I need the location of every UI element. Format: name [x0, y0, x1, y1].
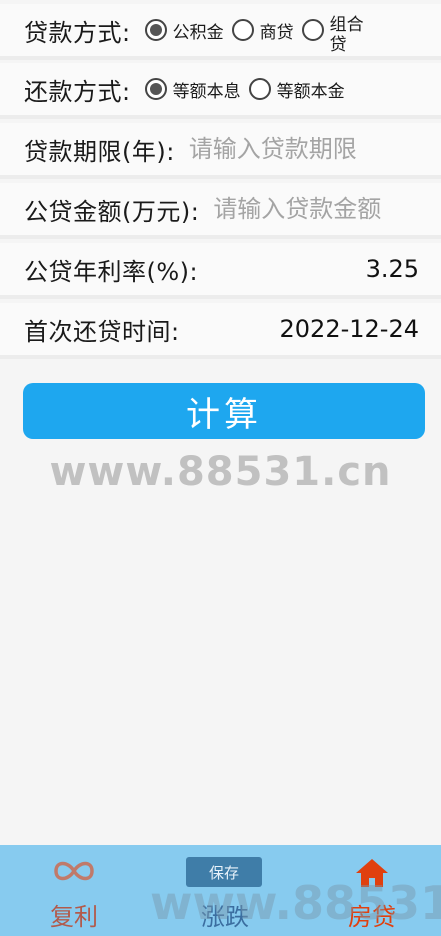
infinity-icon — [14, 857, 134, 885]
repay-method-label: 还款方式: — [24, 77, 131, 106]
interest-rate-label: 公贷年利率(%): — [24, 257, 199, 286]
radio-label: 组合贷 — [329, 15, 364, 55]
radio-label: 等额本息 — [172, 81, 241, 102]
radio-checked-icon[interactable] — [144, 19, 167, 41]
radio-checked-icon[interactable] — [144, 78, 167, 100]
radio-equal-installment[interactable]: 等额本息 — [144, 77, 241, 102]
loan-amount-row: 公贷金额(万元): — [0, 183, 441, 239]
loan-term-row: 贷款期限(年): — [0, 123, 441, 179]
interest-rate-row[interactable]: 公贷年利率(%): 3.25 — [0, 243, 441, 299]
radio-shangdai[interactable]: 商贷 — [231, 18, 294, 43]
radio-gongjijin[interactable]: 公积金 — [144, 18, 224, 43]
loan-term-label: 贷款期限(年): — [24, 137, 175, 166]
radio-label: 公积金 — [172, 22, 224, 43]
loan-term-input[interactable] — [188, 135, 419, 163]
radio-label: 等额本金 — [276, 81, 345, 102]
radio-zuhedai[interactable]: 组合贷 — [301, 5, 370, 55]
interest-rate-value[interactable]: 3.25 — [198, 255, 419, 283]
radio-label: 商贷 — [259, 22, 294, 43]
loan-amount-input[interactable] — [213, 195, 419, 223]
loan-type-label: 贷款方式: — [24, 18, 131, 47]
radio-unchecked-icon[interactable] — [248, 78, 271, 100]
first-repayment-date-label: 首次还贷时间: — [24, 317, 180, 346]
repay-method-row: 还款方式: 等额本息 等额本金 — [0, 63, 441, 119]
repay-method-radio-group: 等额本息 等额本金 — [144, 77, 353, 102]
loan-amount-label: 公贷金额(万元): — [24, 197, 200, 226]
first-repayment-date-value[interactable]: 2022-12-24 — [180, 315, 419, 343]
loan-type-radio-group: 公积金 商贷 组合贷 — [144, 5, 378, 55]
radio-unchecked-icon[interactable] — [301, 19, 324, 41]
radio-unchecked-icon[interactable] — [231, 19, 254, 41]
loan-type-row: 贷款方式: 公积金 商贷 组合贷 — [0, 4, 441, 60]
watermark-text: www.88531.cn — [49, 449, 392, 495]
tab-fuli[interactable]: 复利 — [14, 845, 134, 936]
first-repayment-date-row[interactable]: 首次还贷时间: 2022-12-24 — [0, 303, 441, 359]
calculate-button[interactable]: 计算 — [23, 383, 425, 439]
radio-equal-principal[interactable]: 等额本金 — [248, 77, 345, 102]
tab-label: 复利 — [50, 903, 98, 931]
watermark-text-bottom: www.88531.cn — [150, 876, 441, 930]
loan-calculator-app: 贷款方式: 公积金 商贷 组合贷 还款方式: 等额本息 等额本金 贷款期限(年)… — [0, 0, 441, 936]
